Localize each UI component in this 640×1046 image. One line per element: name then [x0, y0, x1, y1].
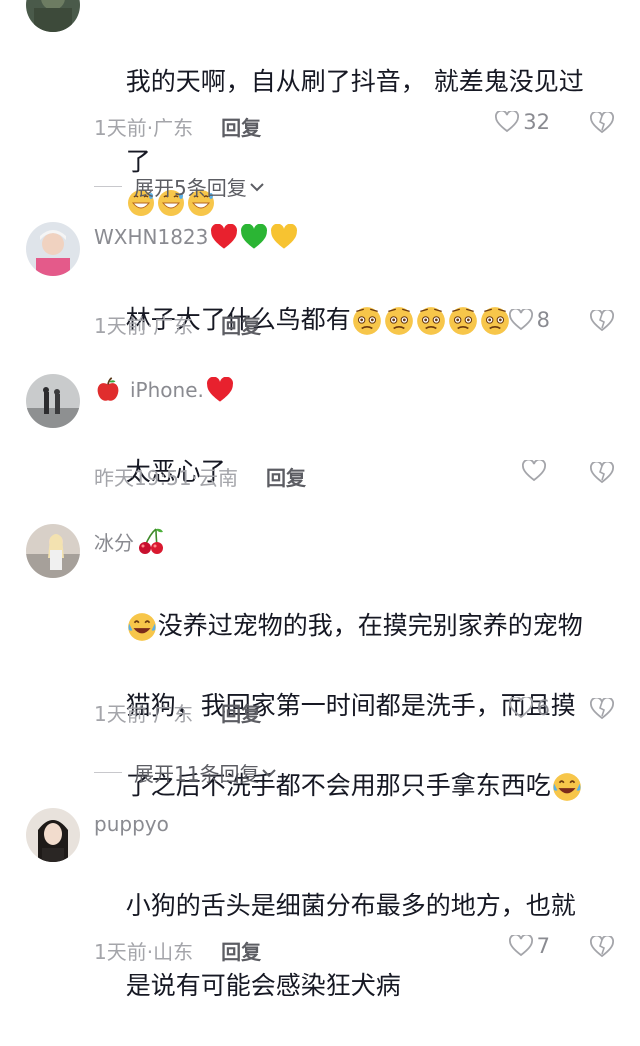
reply-button[interactable]: 回复 — [266, 462, 306, 491]
dislike-button[interactable] — [590, 110, 614, 138]
broken-heart-outline-icon — [590, 696, 614, 720]
like-count: 8 — [536, 308, 550, 332]
like-count: 7 — [536, 934, 550, 958]
reply-button[interactable]: 回复 — [221, 698, 261, 727]
anxious-face-emoji — [416, 307, 445, 335]
divider — [94, 772, 122, 773]
reply-button[interactable]: 回复 — [221, 310, 261, 339]
heart-outline-icon — [495, 111, 520, 133]
avatar[interactable] — [26, 808, 80, 862]
comment-meta: 昨天19:51·云南 回复 — [94, 462, 306, 491]
expand-replies-label: 展开5条回复 — [134, 176, 247, 200]
green-heart-emoji — [241, 224, 268, 249]
username[interactable]: 冰分 — [94, 526, 166, 556]
like-button[interactable]: 6 — [508, 696, 550, 720]
broken-heart-outline-icon — [590, 934, 614, 958]
dislike-button[interactable] — [590, 308, 614, 336]
like-button[interactable]: 32 — [495, 110, 550, 134]
avatar[interactable] — [26, 374, 80, 428]
comment-meta: 1天前·广东 回复 — [94, 112, 261, 141]
comment-meta: 1天前·广东 回复 — [94, 698, 261, 727]
avatar[interactable] — [26, 524, 80, 578]
like-button[interactable] — [522, 460, 550, 482]
expand-replies[interactable]: 展开11条回复 — [94, 758, 277, 787]
like-button[interactable]: 7 — [508, 934, 550, 958]
broken-heart-outline-icon — [590, 308, 614, 332]
cherries-emoji — [139, 528, 163, 554]
avatar[interactable] — [26, 0, 80, 32]
like-count: 6 — [536, 696, 550, 720]
username[interactable]: puppyo — [94, 812, 169, 836]
like-button[interactable]: 8 — [508, 308, 550, 332]
broken-heart-outline-icon — [590, 110, 614, 134]
chevron-down-icon — [250, 182, 264, 191]
heart-outline-icon — [508, 697, 533, 719]
heart-outline-icon — [522, 460, 546, 482]
anxious-face-emoji — [384, 307, 413, 335]
yellow-heart-emoji — [271, 224, 298, 249]
time-location: 1天前·广东 — [94, 314, 194, 338]
broken-heart-outline-icon — [590, 460, 614, 484]
avatar[interactable] — [26, 222, 80, 276]
chevron-down-icon — [262, 768, 277, 777]
red-apple-emoji — [97, 377, 119, 401]
comment-meta: 1天前·广东 回复 — [94, 310, 261, 339]
time-location: 1天前·广东 — [94, 116, 194, 140]
username[interactable]: WXHN1823 — [94, 224, 298, 250]
reply-button[interactable]: 回复 — [221, 112, 261, 141]
dislike-button[interactable] — [590, 460, 614, 488]
crying-laughing-emoji — [127, 613, 156, 641]
crying-laughing-emoji — [552, 773, 581, 801]
username[interactable]: iPhone. — [94, 376, 234, 404]
anxious-face-emoji — [448, 307, 477, 335]
heart-outline-icon — [508, 309, 533, 331]
expand-replies[interactable]: 展开5条回复 — [94, 172, 265, 201]
dislike-button[interactable] — [590, 696, 614, 724]
divider — [94, 186, 122, 187]
expand-replies-label: 展开11条回复 — [134, 762, 260, 786]
time-location: 1天前·广东 — [94, 702, 194, 726]
time-location: 1天前·山东 — [94, 940, 194, 964]
like-count: 32 — [523, 110, 550, 134]
red-heart-emoji — [206, 377, 233, 402]
anxious-face-emoji — [480, 307, 509, 335]
comment-meta: 1天前·山东 回复 — [94, 936, 261, 965]
time-location: 昨天19:51·云南 — [94, 466, 238, 490]
heart-outline-icon — [508, 935, 533, 957]
red-heart-emoji — [211, 224, 238, 249]
anxious-face-emoji — [352, 307, 381, 335]
dislike-button[interactable] — [590, 934, 614, 962]
reply-button[interactable]: 回复 — [221, 936, 261, 965]
